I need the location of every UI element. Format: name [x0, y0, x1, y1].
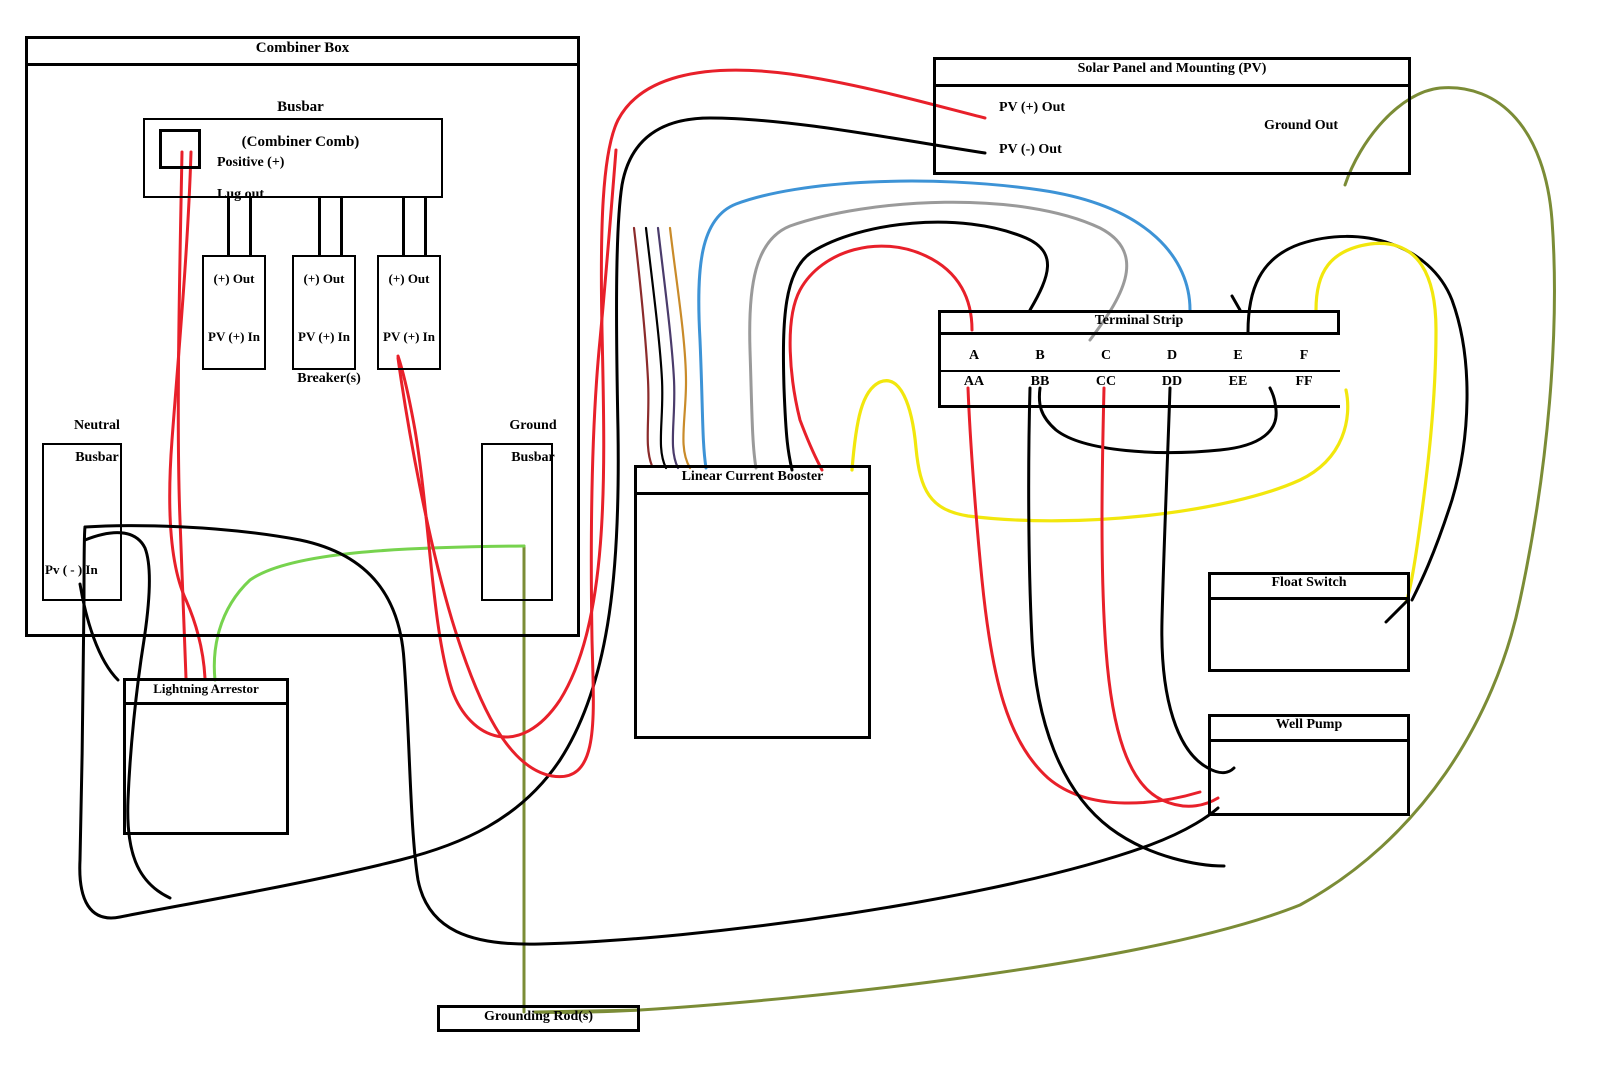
wire-red-AA-to-wellpump [966, 386, 1202, 805]
breakers-caption: Breaker(s) [297, 371, 361, 386]
breaker-2-in-label: PV (+) In [298, 329, 350, 344]
ground-out-label: Ground Out [1264, 118, 1339, 133]
positive-lug-terminal[interactable] [159, 129, 201, 169]
breaker-3-out-label: (+) Out [388, 271, 430, 286]
terminal-C[interactable]: C [1074, 348, 1138, 364]
float-switch-box: Float Switch [1208, 572, 1410, 672]
grounding-rod-box: Grounding Rod(s) [437, 1005, 640, 1032]
wire-black-terminalE-to-float [1246, 234, 1469, 602]
terminal-D[interactable]: D [1140, 348, 1204, 364]
positive-lug-label: Positive (+) Lug out [203, 139, 284, 219]
busbar-caption-line1: Busbar [277, 99, 324, 116]
wiring-diagram-canvas: Combiner Box Busbar (Combiner Comb) Posi… [0, 0, 1600, 1083]
grounding-rod-title: Grounding Rod(s) [483, 1009, 594, 1024]
linear-current-booster-box: Linear Current Booster [634, 465, 871, 739]
lightning-arrestor-title: Lightning Arrestor [126, 681, 286, 705]
terminal-strip: Terminal Strip A B C D E F AA BB CC DD E… [938, 310, 1340, 408]
terminal-E[interactable]: E [1206, 348, 1270, 364]
pv-negative-out-label: PV (-) Out [999, 142, 1062, 157]
ground-busbar-caption-line1: Ground [509, 418, 557, 434]
breaker-2-out-label: (+) Out [303, 271, 345, 286]
breaker-3-in-label: PV (+) In [383, 329, 435, 344]
terminal-F[interactable]: F [1272, 348, 1336, 364]
comb-tooth-4 [340, 198, 343, 255]
terminal-CC[interactable]: CC [1074, 374, 1138, 390]
terminal-EE[interactable]: EE [1206, 374, 1270, 390]
well-pump-box: Well Pump [1208, 714, 1410, 816]
terminal-strip-bottom-border [938, 405, 1340, 408]
well-pump-title: Well Pump [1211, 717, 1407, 742]
terminal-strip-row-divider [938, 370, 1340, 372]
comb-tooth-3 [318, 198, 321, 255]
terminal-BB[interactable]: BB [1008, 374, 1072, 390]
linear-current-booster-title: Linear Current Booster [637, 468, 868, 495]
positive-lug-label-line2: Lug out [217, 187, 265, 203]
float-switch-title: Float Switch [1211, 575, 1407, 600]
combiner-box-title: Combiner Box [28, 39, 577, 66]
neutral-busbar-caption-line1: Neutral [74, 418, 120, 434]
terminal-strip-title: Terminal Strip [1094, 313, 1184, 328]
terminal-DD[interactable]: DD [1140, 374, 1204, 390]
ground-busbar[interactable] [481, 443, 553, 601]
wire-stub-above-E [1230, 294, 1242, 312]
pv-positive-out-label: PV (+) Out [999, 100, 1066, 115]
wire-yellow-terminalF-to-float [1314, 241, 1438, 604]
terminal-FF[interactable]: FF [1272, 374, 1336, 390]
comb-tooth-5 [402, 198, 405, 255]
comb-tooth-6 [424, 198, 427, 255]
terminal-AA[interactable]: AA [942, 374, 1006, 390]
comb-tooth-1 [227, 198, 230, 255]
terminal-B[interactable]: B [1008, 348, 1072, 364]
positive-lug-label-line1: Positive (+) [217, 155, 285, 171]
breaker-1-out-label: (+) Out [213, 271, 255, 286]
breaker-1-in-label: PV (+) In [208, 329, 260, 344]
comb-tooth-2 [249, 198, 252, 255]
neutral-terminal-label: Pv ( - ) In [45, 562, 98, 577]
terminal-strip-title-divider [938, 332, 1340, 335]
solar-panel-title: Solar Panel and Mounting (PV) [936, 60, 1408, 87]
terminal-A[interactable]: A [942, 348, 1006, 364]
lightning-arrestor-box: Lightning Arrestor [123, 678, 289, 835]
